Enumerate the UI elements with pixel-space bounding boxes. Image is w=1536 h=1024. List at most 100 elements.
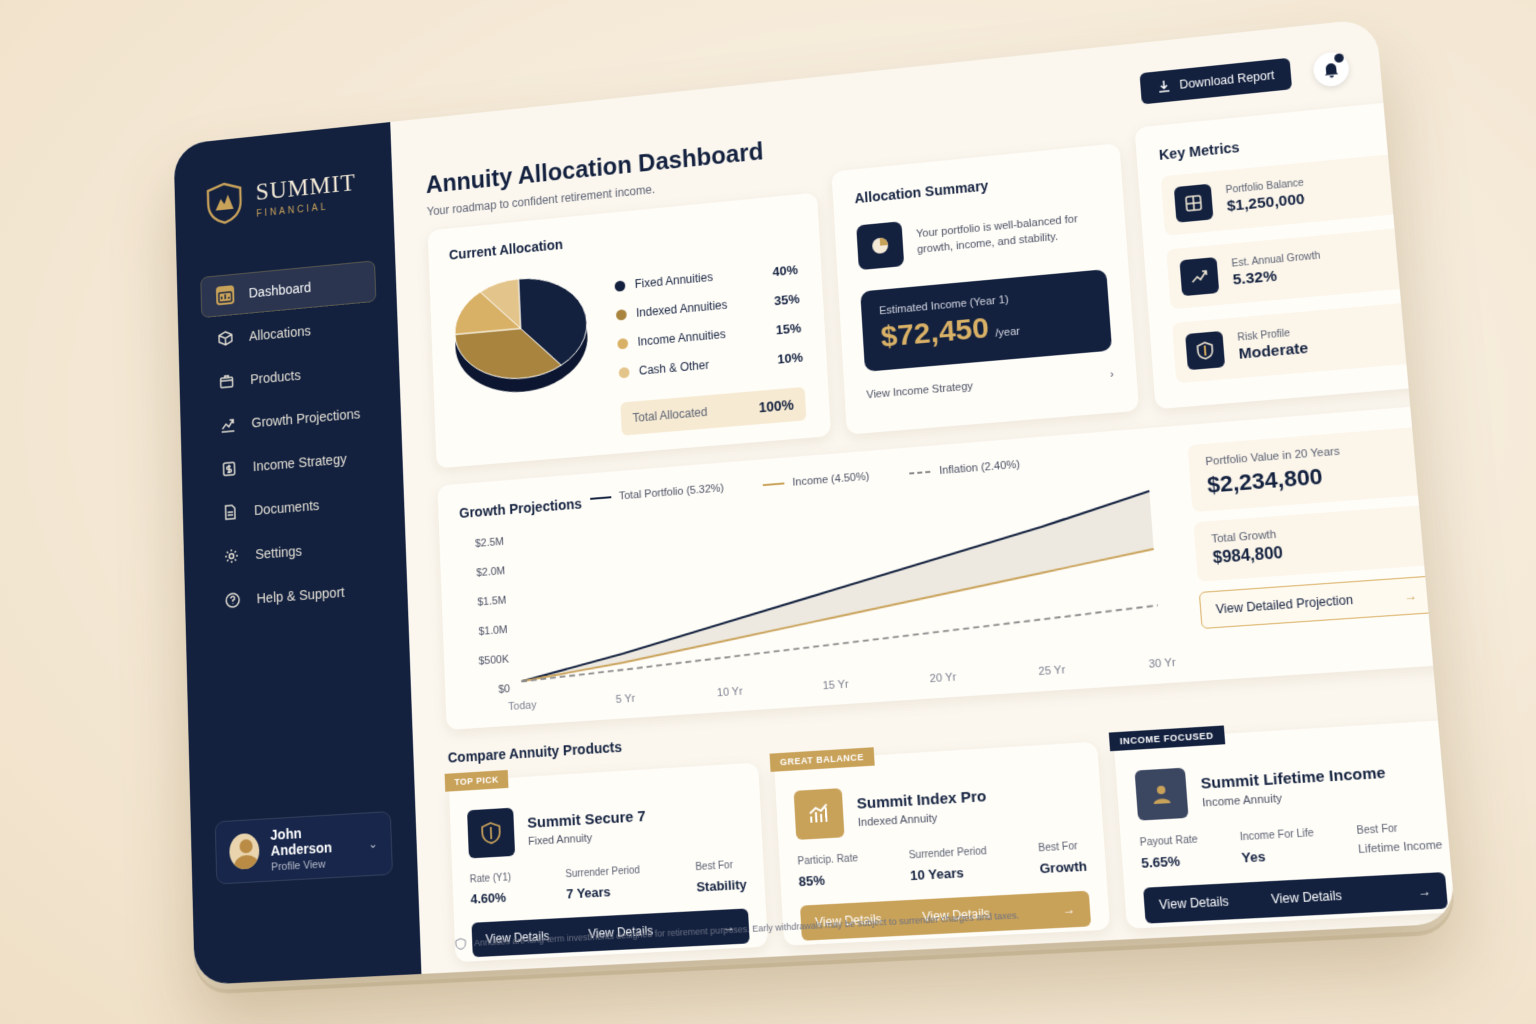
ribbon-badge: GREAT BALANCE bbox=[769, 747, 875, 772]
chevron-down-icon[interactable]: ⌄ bbox=[368, 837, 378, 851]
product-stat: Income For Life Yes bbox=[1239, 828, 1316, 866]
person-icon bbox=[1134, 767, 1189, 821]
summary-title: Allocation Summary bbox=[854, 177, 989, 207]
stat-label: Best For bbox=[1356, 823, 1399, 838]
profile-card[interactable]: John Anderson Profile View ⌄ bbox=[214, 810, 393, 885]
x-tick-label: 10 Yr bbox=[717, 685, 744, 699]
metric-risk-profile: Risk Profile Moderate bbox=[1171, 302, 1413, 384]
document-icon bbox=[221, 502, 240, 523]
sidebar-item-label: Dashboard bbox=[248, 279, 312, 301]
stat-value: Stability bbox=[695, 876, 748, 895]
sidebar-item-label: Documents bbox=[253, 497, 320, 518]
product-stats: Payout Rate 5.65% Income For Life Yes Best… bbox=[1139, 821, 1443, 871]
product-stat: Rate (Y1) 4.60% bbox=[470, 872, 513, 906]
product-head: Summit Secure 7 Fixed Annuity bbox=[467, 794, 744, 859]
stat-label: Surrender Period bbox=[908, 845, 988, 862]
product-type: Indexed Annuity bbox=[857, 811, 938, 829]
sidebar-item-label: Products bbox=[250, 367, 301, 387]
allocation-pie-chart bbox=[448, 263, 595, 398]
product-stat: Best For Growth bbox=[1038, 840, 1088, 877]
profile-sub: Profile View bbox=[271, 858, 326, 874]
product-head: Summit Lifetime Income Income Annuity bbox=[1134, 753, 1439, 821]
product-name: Summit Index Pro bbox=[856, 787, 987, 813]
income-unit: /year bbox=[994, 325, 1021, 340]
download-icon bbox=[1157, 79, 1172, 94]
growth-line-chart: $0 $500K $1.0M $1.5M $2.0M $2.5M Today 5 Yr 10 Y… bbox=[475, 479, 1177, 713]
sidebar-item-label: Settings bbox=[255, 542, 303, 562]
sidebar: SUMMIT FINANCIAL Dashboard Allocations P… bbox=[173, 122, 422, 986]
view-income-strategy-link[interactable]: View Income Strategy › bbox=[866, 368, 1114, 401]
top-actions: Download Report bbox=[1139, 50, 1351, 106]
legend-label: Cash & Other bbox=[638, 357, 710, 378]
stat-value: 5.65% bbox=[1140, 853, 1181, 871]
view-details-button[interactable]: View Details View Details → bbox=[1143, 872, 1449, 924]
legend-label: Indexed Annuities bbox=[635, 297, 728, 320]
legend-line bbox=[762, 482, 785, 487]
allocation-summary-card: Allocation Summary Your portfolio is wel… bbox=[831, 143, 1140, 435]
pie-chart-icon bbox=[856, 221, 905, 271]
stat-label: Surrender Period bbox=[565, 865, 641, 881]
brand-name: SUMMIT bbox=[255, 168, 357, 206]
cube-icon bbox=[216, 328, 235, 348]
y-tick-label: $2.0M bbox=[476, 565, 505, 579]
stat-portfolio-20yr: Portfolio Value in 20 Years $2,234,800 bbox=[1187, 426, 1425, 513]
product-head: Summit Index Pro Indexed Annuity bbox=[793, 774, 1084, 840]
legend-dot bbox=[615, 308, 627, 321]
shield-logo-icon bbox=[205, 180, 244, 226]
allocation-legend: Fixed Annuities 40% Indexed Annuities 35% … bbox=[614, 255, 804, 388]
sidebar-item-label: Growth Projections bbox=[251, 405, 361, 431]
legend-dot bbox=[617, 337, 629, 350]
shield-icon bbox=[1185, 330, 1226, 371]
sidebar-nav: Dashboard Allocations Products Growth Pr… bbox=[177, 258, 408, 625]
view-detailed-projection-button[interactable]: View Detailed Projection → bbox=[1198, 575, 1435, 630]
total-label: Total Allocated bbox=[632, 405, 708, 425]
button-label: View Details bbox=[1158, 893, 1230, 913]
income-amount: $72,450 bbox=[879, 311, 990, 354]
ribbon-badge: TOP PICK bbox=[444, 769, 509, 792]
stat-value: 85% bbox=[798, 872, 826, 890]
x-tick-label: 15 Yr bbox=[822, 678, 849, 692]
dashboard-frame: SUMMIT FINANCIAL Dashboard Allocations P… bbox=[173, 18, 1456, 986]
series-line-0 bbox=[515, 491, 1160, 681]
stat-value: Yes bbox=[1240, 848, 1266, 866]
x-tick-label: 20 Yr bbox=[929, 671, 957, 686]
chevron-right-icon: › bbox=[1109, 368, 1115, 381]
arrow-right-icon: → bbox=[1062, 901, 1076, 918]
stat-value: Growth bbox=[1039, 858, 1088, 877]
y-tick-label: $1.0M bbox=[478, 624, 508, 638]
grid-icon bbox=[1173, 183, 1214, 223]
y-tick-label: $500K bbox=[478, 653, 509, 667]
notification-dot bbox=[1333, 53, 1345, 63]
notification-button[interactable] bbox=[1312, 50, 1351, 88]
money-icon bbox=[220, 458, 239, 479]
legend-dot bbox=[614, 279, 626, 292]
download-report-button[interactable]: Download Report bbox=[1139, 57, 1293, 105]
current-allocation-card: Current Allocation Fixed Annuities 40% In… bbox=[427, 192, 832, 469]
bar-chart-icon bbox=[793, 788, 845, 840]
product-stats: Particip. Rate 85% Surrender Period 10 Yea… bbox=[797, 840, 1087, 889]
x-tick-label: 30 Yr bbox=[1148, 656, 1177, 671]
stat-total-growth: Total Growth $984,800 bbox=[1193, 505, 1431, 582]
x-tick-label: Today bbox=[508, 699, 537, 713]
summary-text: Your portfolio is well-balanced for grow… bbox=[915, 212, 1079, 256]
product-type: Fixed Annuity bbox=[527, 831, 593, 848]
gear-icon bbox=[222, 546, 241, 567]
y-tick-label: $0 bbox=[498, 683, 510, 696]
main-content: Annuity Allocation Dashboard Your roadma… bbox=[390, 18, 1456, 974]
legend-line bbox=[590, 496, 612, 500]
ribbon-badge: INCOME FOCUSED bbox=[1108, 725, 1225, 752]
product-name: Summit Secure 7 bbox=[526, 807, 647, 832]
button-label-secondary: View Details bbox=[1270, 888, 1343, 907]
stat-label: Payout Rate bbox=[1139, 834, 1199, 849]
box-icon bbox=[217, 371, 236, 391]
stat-label: Rate (Y1) bbox=[469, 872, 512, 886]
info-shield-icon bbox=[455, 939, 467, 950]
product-card-lifetime-income: INCOME FOCUSED Summit Lifetime Income Inc… bbox=[1108, 719, 1456, 929]
stat-value: 10 Years bbox=[909, 864, 965, 884]
product-stat: Particip. Rate 85% bbox=[797, 853, 859, 889]
trend-up-icon bbox=[1179, 257, 1220, 297]
legend-line bbox=[909, 470, 932, 475]
sidebar-item-label: Help & Support bbox=[256, 584, 345, 607]
growth-side-stats: Portfolio Value in 20 Years $2,234,800 To… bbox=[1187, 426, 1435, 630]
sidebar-item-label: Income Strategy bbox=[252, 450, 347, 475]
